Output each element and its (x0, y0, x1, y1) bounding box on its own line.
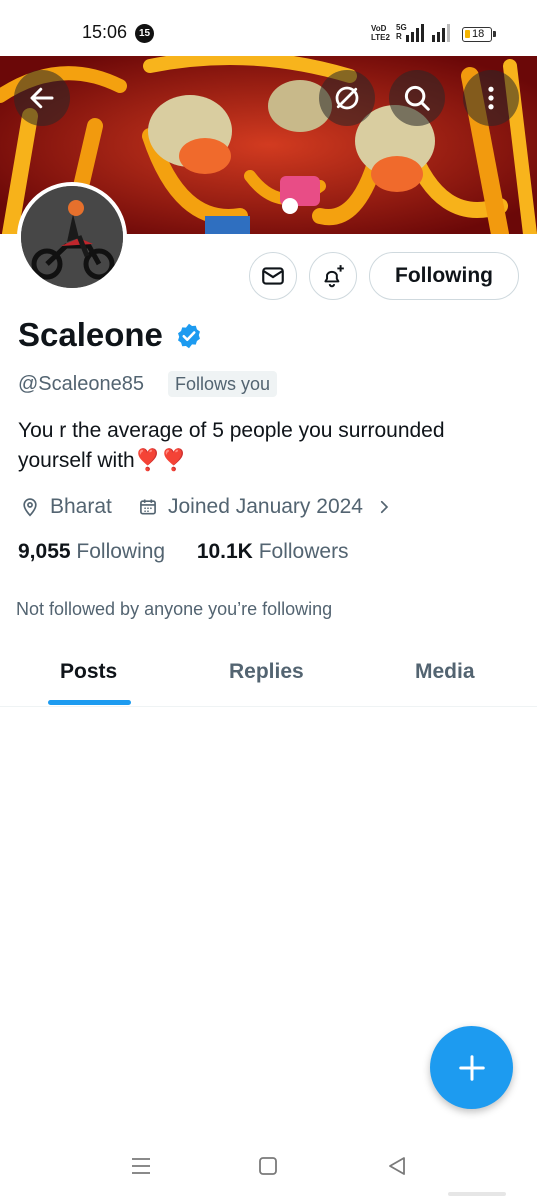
bell-plus-icon (324, 265, 344, 288)
search-button[interactable] (389, 70, 445, 126)
follows-you-badge: Follows you (168, 371, 278, 397)
grok-button[interactable] (319, 70, 375, 126)
tab-posts[interactable]: Posts (60, 660, 117, 684)
following-button[interactable]: Following (369, 252, 519, 300)
heart-emoji: ❣️❣️ (134, 449, 188, 472)
message-button[interactable] (249, 252, 297, 300)
compose-button[interactable] (430, 1026, 513, 1109)
status-bar: 15:06 15 VoD LTE2 5G R 18 (0, 0, 537, 56)
envelope-icon (262, 267, 284, 285)
tab-replies[interactable]: Replies (229, 660, 304, 684)
follow-stats: 9,055 Following 10.1K Followers (18, 540, 349, 564)
notify-button[interactable] (309, 252, 357, 300)
bio-text: You r the average of 5 people you surrou… (18, 419, 445, 472)
arrow-left-icon (30, 87, 54, 109)
followers-stat[interactable]: 10.1K Followers (197, 540, 349, 563)
not-followed-note: Not followed by anyone you’re following (16, 599, 333, 619)
volte-indicator: VoD LTE2 (371, 24, 390, 42)
chevron-right-icon (380, 500, 389, 514)
bio: You r the average of 5 people you surrou… (18, 416, 518, 476)
following-stat[interactable]: 9,055 Following (18, 540, 165, 563)
user-handle: @Scaleone85 (18, 373, 144, 395)
plus-icon (458, 1054, 485, 1081)
location-text: Bharat (50, 495, 112, 518)
location: Bharat (20, 493, 112, 521)
status-time: 15:06 (82, 22, 128, 42)
home-square-icon[interactable] (256, 1154, 280, 1178)
tab-media[interactable]: Media (415, 660, 475, 684)
notification-count-badge: 15 (135, 24, 154, 43)
system-navigation-bar (0, 1140, 537, 1199)
menu-icon[interactable] (129, 1154, 153, 1178)
gesture-pill (448, 1192, 506, 1196)
join-date[interactable]: Joined January 2024 (138, 493, 403, 521)
display-name: Scaleone (18, 316, 163, 353)
back-triangle-icon[interactable] (385, 1154, 409, 1178)
join-date-text: Joined January 2024 (168, 495, 363, 518)
verified-badge-icon[interactable] (175, 322, 203, 350)
more-vertical-icon (488, 86, 494, 110)
calendar-icon (140, 499, 156, 515)
motorcycle-rider-image (21, 186, 123, 288)
followers-count: 10.1K (196, 540, 253, 563)
back-button[interactable] (14, 70, 70, 126)
search-icon (404, 85, 430, 111)
profile-tabs: Posts Replies Media (0, 640, 537, 707)
avatar[interactable] (17, 182, 127, 292)
followers-label: Followers (258, 540, 349, 563)
more-button[interactable] (463, 70, 519, 126)
active-tab-indicator (48, 700, 131, 705)
battery-indicator: 18 (462, 27, 496, 42)
following-count: 9,055 (18, 540, 71, 563)
grok-icon (335, 86, 359, 110)
location-pin-icon (23, 498, 37, 517)
following-label: Following (76, 540, 166, 563)
